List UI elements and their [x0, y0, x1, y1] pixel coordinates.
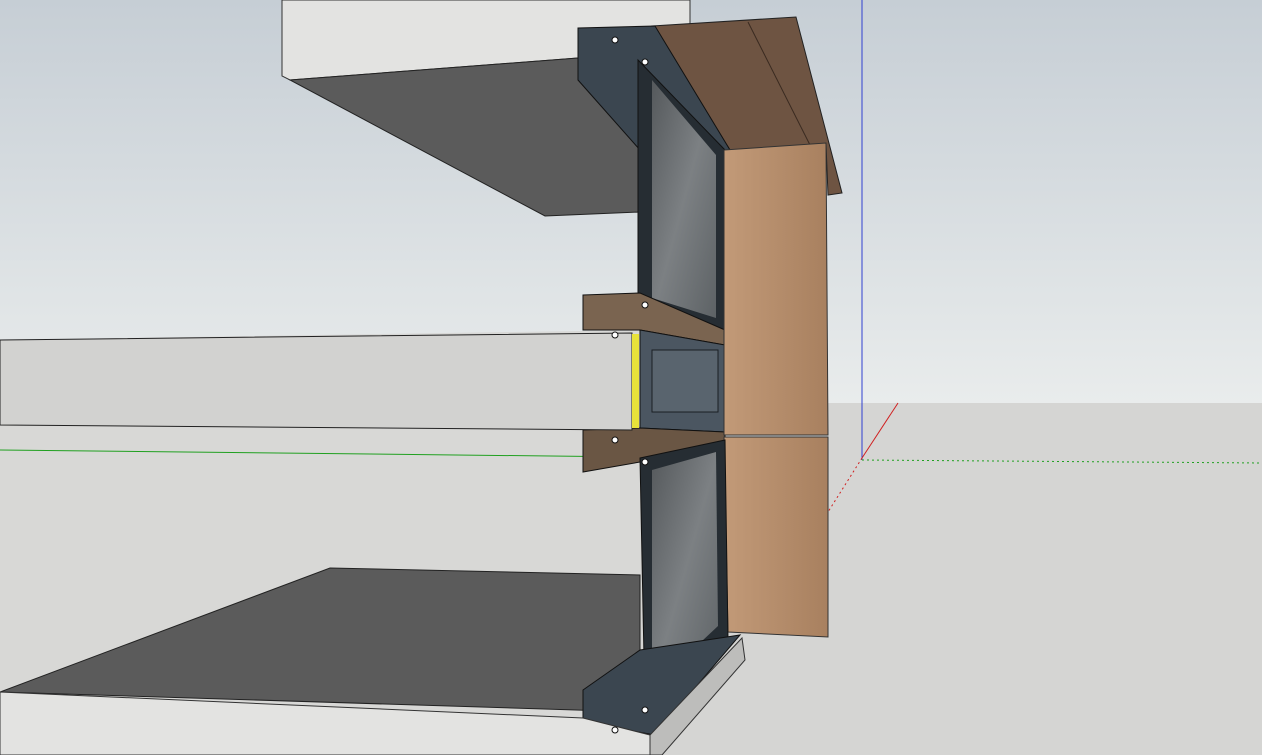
lower-wood-panel	[723, 436, 829, 638]
spandrel-inner	[651, 349, 719, 413]
model-canvas[interactable]	[0, 0, 1262, 755]
middle-slab-face	[0, 332, 633, 431]
insulation-strip	[632, 334, 639, 428]
sketchup-3d-viewport[interactable]	[0, 0, 1262, 755]
upper-wood-panel	[723, 142, 829, 436]
